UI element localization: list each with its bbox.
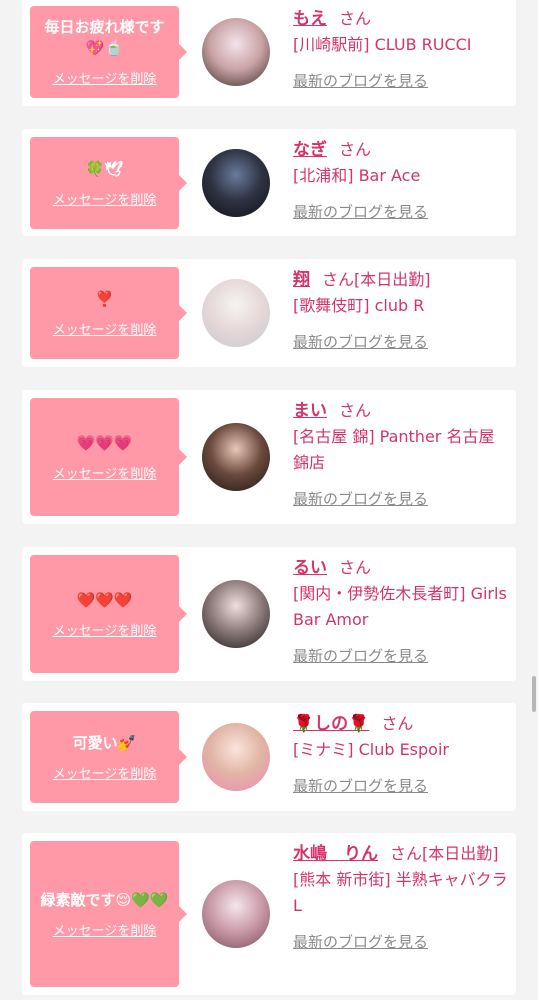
message-card: 可愛い💅 メッセージを削除 🌹しの🌹 さん [ミナミ] Club Espoir 最… (22, 703, 516, 811)
cast-name-link[interactable]: 水嶋 りん (293, 844, 378, 864)
cast-name-link[interactable]: まい (293, 401, 327, 421)
message-bubble: 🍀🕊 メッセージを削除 (30, 137, 187, 229)
message-list: 毎日お疲れ様です💖🍵 メッセージを削除 もえ さん [川崎駅前] CLUB RUC… (0, 0, 538, 1000)
cast-info: なぎ さん [北浦和] Bar Ace 最新のブログを見る (293, 137, 509, 225)
cast-name-link[interactable]: なぎ (293, 140, 327, 160)
avatar[interactable] (202, 279, 270, 347)
delete-message-button[interactable]: メッセージを削除 (53, 189, 157, 208)
latest-blog-link[interactable]: 最新のブログを見る (293, 643, 428, 669)
message-text: 毎日お疲れ様です💖🍵 (44, 18, 165, 57)
latest-blog-link[interactable]: 最新のブログを見る (293, 773, 428, 799)
message-card: ❤️❤️❤️ メッセージを削除 るい さん [関内・伊勢佐木長者町] Girls … (22, 547, 516, 681)
honorific: さん (339, 401, 372, 420)
delete-message-button[interactable]: メッセージを削除 (53, 620, 157, 639)
message-bubble: 毎日お疲れ様です💖🍵 メッセージを削除 (30, 6, 187, 98)
cast-info: 翔さん[本日出勤] [歌舞伎町] club R 最新のブログを見る (293, 267, 509, 355)
honorific: さん (390, 844, 423, 863)
status-badge: [本日出勤] (422, 844, 499, 863)
delete-message-button[interactable]: メッセージを削除 (53, 68, 157, 87)
shop-name: [名古屋 錦] Panther 名古屋錦店 (293, 427, 495, 472)
message-text: 🍀🕊 (85, 159, 124, 178)
shop-name: [ミナミ] Club Espoir (293, 740, 449, 759)
shop-name: [関内・伊勢佐木長者町] Girls Bar Amor (293, 584, 507, 629)
shop-name: [北浦和] Bar Ace (293, 166, 421, 185)
message-card: ❣️ メッセージを削除 翔さん[本日出勤] [歌舞伎町] club R 最新のブ… (22, 259, 516, 367)
message-bubble: ❤️❤️❤️ メッセージを削除 (30, 555, 187, 673)
latest-blog-link[interactable]: 最新のブログを見る (293, 68, 428, 94)
message-text: 可愛い💅 (72, 733, 137, 752)
latest-blog-link[interactable]: 最新のブログを見る (293, 929, 428, 955)
message-bubble: ❣️ メッセージを削除 (30, 267, 187, 359)
honorific: さん (339, 140, 372, 159)
message-bubble: 緑素敵です😌💚💚 メッセージを削除 (30, 841, 187, 987)
message-card: 💗💗💗 メッセージを削除 まい さん [名古屋 錦] Panther 名古屋錦店 … (22, 390, 516, 524)
message-bubble: 💗💗💗 メッセージを削除 (30, 398, 187, 516)
cast-name-link[interactable]: もえ (293, 9, 327, 29)
honorific: さん (339, 558, 372, 577)
cast-info: 🌹しの🌹 さん [ミナミ] Club Espoir 最新のブログを見る (293, 711, 509, 799)
avatar[interactable] (202, 149, 270, 217)
avatar[interactable] (202, 423, 270, 491)
avatar[interactable] (202, 880, 270, 948)
latest-blog-link[interactable]: 最新のブログを見る (293, 329, 428, 355)
cast-name-link[interactable]: 翔 (293, 270, 310, 290)
shop-name: [歌舞伎町] club R (293, 296, 425, 315)
honorific: さん (339, 9, 372, 28)
delete-message-button[interactable]: メッセージを削除 (53, 763, 157, 782)
avatar[interactable] (202, 580, 270, 648)
delete-message-button[interactable]: メッセージを削除 (53, 319, 157, 338)
message-text: ❤️❤️❤️ (76, 590, 133, 609)
avatar[interactable] (202, 18, 270, 86)
shop-name: [熊本 新市街] 半熟キャバクラ L (293, 870, 508, 915)
honorific: さん (322, 270, 355, 289)
cast-info: 水嶋 りん さん[本日出勤] [熊本 新市街] 半熟キャバクラ L 最新のブログを… (293, 841, 509, 955)
latest-blog-link[interactable]: 最新のブログを見る (293, 199, 428, 225)
cast-info: もえ さん [川崎駅前] CLUB RUCCI 最新のブログを見る (293, 6, 509, 94)
scrollbar-thumb[interactable] (532, 676, 536, 712)
cast-name-link[interactable]: るい (293, 558, 327, 578)
message-card: 毎日お疲れ様です💖🍵 メッセージを削除 もえ さん [川崎駅前] CLUB RUC… (22, 0, 516, 106)
latest-blog-link[interactable]: 最新のブログを見る (293, 486, 428, 512)
message-card: 🍀🕊 メッセージを削除 なぎ さん [北浦和] Bar Ace 最新のブログを見る (22, 129, 516, 236)
cast-info: まい さん [名古屋 錦] Panther 名古屋錦店 最新のブログを見る (293, 398, 509, 512)
message-bubble: 可愛い💅 メッセージを削除 (30, 711, 187, 803)
avatar[interactable] (202, 723, 270, 791)
message-text: 緑素敵です😌💚💚 (40, 890, 169, 909)
shop-name: [川崎駅前] CLUB RUCCI (293, 35, 472, 54)
status-badge: [本日出勤] (354, 270, 431, 289)
cast-name-link[interactable]: 🌹しの🌹 (293, 714, 369, 734)
cast-info: るい さん [関内・伊勢佐木長者町] Girls Bar Amor 最新のブログを… (293, 555, 509, 669)
message-text: 💗💗💗 (76, 433, 133, 452)
message-card: 緑素敵です😌💚💚 メッセージを削除 水嶋 りん さん[本日出勤] [熊本 新市街]… (22, 833, 516, 995)
delete-message-button[interactable]: メッセージを削除 (53, 463, 157, 482)
honorific: さん (381, 714, 414, 733)
message-text: ❣️ (95, 289, 114, 308)
delete-message-button[interactable]: メッセージを削除 (53, 920, 157, 939)
